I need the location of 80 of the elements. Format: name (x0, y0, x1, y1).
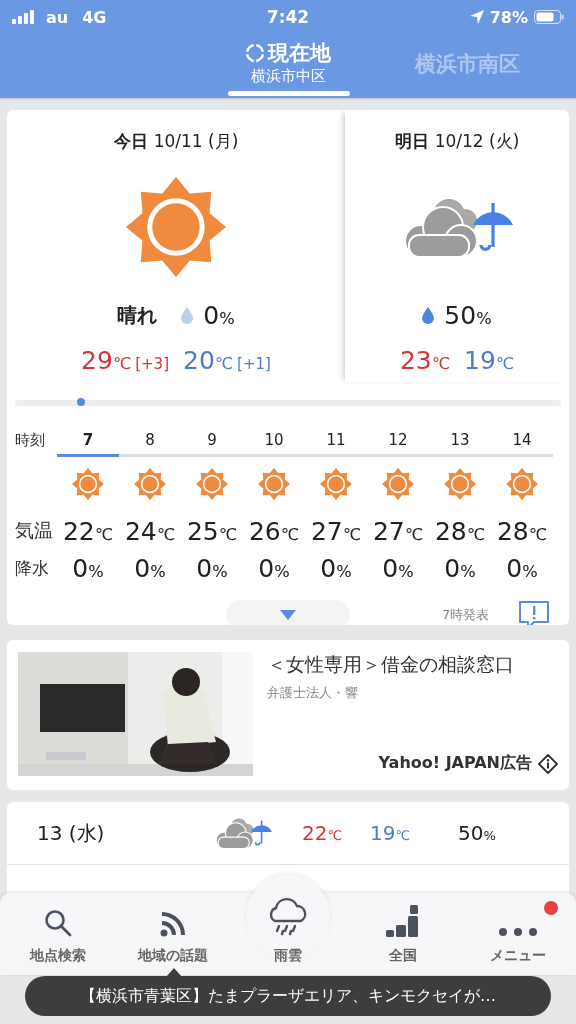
precipitation-chance: 0% (134, 553, 166, 583)
battery-percent: 78% (489, 7, 528, 27)
hour-tab[interactable]: 9 (181, 426, 243, 457)
sun-icon (444, 468, 476, 500)
expand-button[interactable] (226, 600, 350, 625)
forecast-date: 13 (水) (36, 819, 106, 847)
info-icon[interactable] (538, 753, 558, 774)
day-date: 10/12 (火) (434, 130, 520, 153)
nav-tab[interactable]: メニュー (460, 893, 576, 975)
hour-tab[interactable]: 13 (429, 426, 491, 457)
hour-tab[interactable]: 11 (305, 426, 367, 457)
day-label: 明日 (394, 130, 429, 153)
nav-tab[interactable]: 地点検索 (0, 893, 116, 975)
search-icon (43, 909, 72, 937)
precipitation-chance: 0% (382, 553, 414, 583)
sun-icon (382, 468, 414, 500)
low-temperature: 19℃ (464, 346, 515, 375)
precipitation-chance: 0% (444, 553, 476, 583)
sun-icon (320, 468, 352, 500)
sun-icon (72, 468, 104, 500)
high-temperature: 22℃ (302, 821, 344, 845)
low-temperature: 20℃ (183, 346, 234, 375)
battery-icon (534, 10, 564, 24)
precipitation-chance: 0% (258, 553, 290, 583)
ad-title[interactable]: ＜女性専用＞借金の相談窓口 (267, 652, 558, 678)
low-temperature: 19℃ (370, 821, 412, 845)
issued-time: 7時発表 (442, 606, 490, 624)
network-type: 4G (82, 7, 107, 27)
temperature: 28℃ (496, 516, 548, 546)
precipitation-chance: 0% (72, 553, 104, 583)
precipitation-chance: 0% (196, 553, 228, 583)
sun-icon (126, 177, 226, 277)
hour-tab[interactable]: 10 (243, 426, 305, 457)
temperature: 26℃ (248, 516, 300, 546)
nav-tab[interactable]: 全国 (345, 893, 461, 975)
hour-tab[interactable]: 12 (367, 426, 429, 457)
news-ticker[interactable]: 【横浜市青葉区】たまプラーザエリア、キンモクセイが… (25, 976, 551, 1016)
precipitation-chance: 50% (444, 300, 492, 330)
temperature-change: [+1] (237, 355, 271, 373)
sun-icon (506, 468, 538, 500)
raindrop-icon (422, 306, 435, 324)
row-label: 降水 (14, 556, 50, 580)
hour-tab[interactable]: 14 (491, 426, 553, 457)
advertiser-name: 弁護士法人・響 (267, 684, 359, 702)
temperature: 25℃ (186, 516, 238, 546)
temperature-change: [+3] (135, 355, 169, 373)
hour-tab[interactable]: 7 (57, 426, 119, 457)
temperature: 24℃ (124, 516, 176, 546)
feedback-icon[interactable] (518, 600, 550, 625)
more-icon (498, 927, 539, 937)
day-label: 今日 (113, 130, 148, 153)
precipitation-chance: 0% (320, 553, 352, 583)
ad-label: Yahoo! JAPAN広告 (378, 753, 532, 774)
hour-tab[interactable]: 8 (119, 426, 181, 457)
row-label: 時刻 (14, 429, 46, 451)
row-label: 気温 (14, 518, 54, 543)
nav-tab[interactable]: 地域の話題 (115, 893, 231, 975)
precipitation-chance: 0% (203, 300, 235, 330)
temperature: 27℃ (310, 516, 362, 546)
sun-icon (258, 468, 290, 500)
day-date: 10/11 (月) (153, 130, 239, 153)
sun-icon (134, 468, 166, 500)
sun-icon (196, 468, 228, 500)
triangle-down-icon (280, 610, 296, 620)
clock-time: 7:42 (265, 7, 311, 27)
high-temperature: 29℃ (81, 346, 132, 375)
map-blocks-icon (386, 905, 421, 937)
feed-icon (159, 911, 186, 937)
weather-label: 晴れ (117, 301, 158, 329)
precipitation-chance: 0% (506, 553, 538, 583)
precipitation-chance: 50% (458, 821, 497, 845)
temperature: 22℃ (62, 516, 114, 546)
carrier-name: au (46, 7, 69, 27)
nav-tab[interactable]: 雨雲 (230, 893, 346, 975)
location-arrow-icon (469, 10, 484, 24)
temperature: 27℃ (372, 516, 424, 546)
temperature: 28℃ (434, 516, 486, 546)
high-temperature: 23℃ (399, 346, 450, 375)
raindrop-icon (181, 306, 194, 324)
crosshair-icon (245, 43, 265, 63)
